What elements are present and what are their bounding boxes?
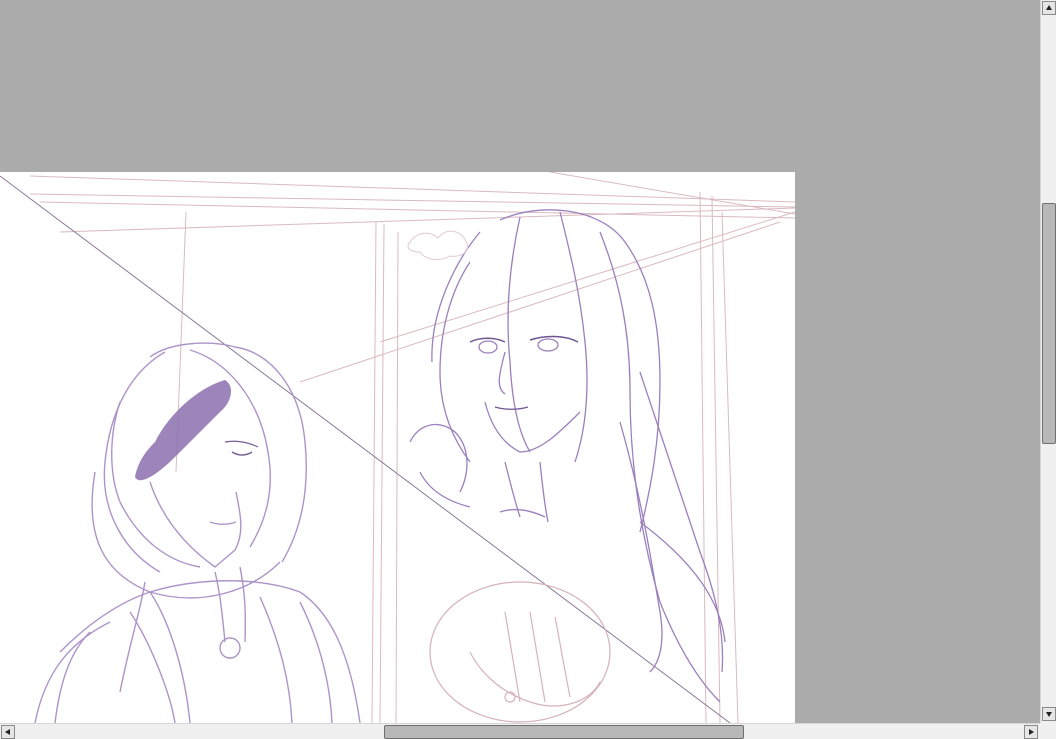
drawing-canvas[interactable] bbox=[0, 172, 795, 723]
horizontal-scrollbar[interactable] bbox=[0, 723, 1040, 739]
arrow-down-icon bbox=[1046, 712, 1052, 717]
canvas-workspace[interactable] bbox=[0, 0, 1040, 723]
vertical-scroll-thumb[interactable] bbox=[1042, 203, 1056, 444]
scroll-down-button[interactable] bbox=[1042, 707, 1056, 721]
scroll-left-button[interactable] bbox=[1, 725, 15, 739]
horizontal-scroll-thumb[interactable] bbox=[384, 725, 744, 739]
arrow-up-icon bbox=[1046, 5, 1052, 10]
scrollbar-corner bbox=[1040, 723, 1056, 739]
sketch-artwork bbox=[0, 172, 795, 723]
vertical-scrollbar[interactable] bbox=[1040, 0, 1056, 723]
scroll-right-button[interactable] bbox=[1024, 725, 1038, 739]
scroll-up-button[interactable] bbox=[1042, 1, 1056, 15]
arrow-right-icon bbox=[1029, 729, 1034, 735]
arrow-left-icon bbox=[5, 729, 10, 735]
